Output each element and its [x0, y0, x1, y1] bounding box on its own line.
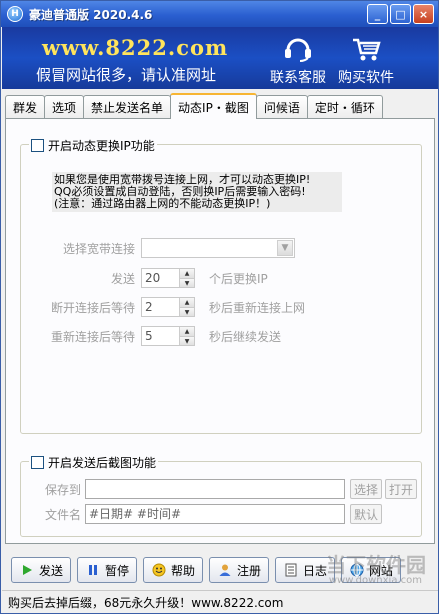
tab-panel: 开启动态更换IP功能 如果您是使用宽带拨号连接上网，才可以动态更换IP! QQ必…: [5, 118, 435, 544]
connection-label: 选择宽带连接: [62, 242, 135, 256]
spin-down-icon[interactable]: ▼: [180, 307, 194, 316]
default-button[interactable]: 默认: [350, 504, 382, 524]
app-logo-icon: H: [7, 6, 23, 22]
pause-icon: [85, 562, 101, 578]
banner-slogan: 假冒网站很多，请认准网址: [36, 66, 217, 84]
screenshot-label: 开启发送后截图功能: [48, 456, 157, 470]
send-button[interactable]: 发送: [11, 557, 71, 583]
minimize-button[interactable]: _: [367, 4, 388, 24]
wait-reconnect-stepper[interactable]: 5 ▲ ▼: [141, 326, 195, 346]
spin-up-icon[interactable]: ▲: [180, 298, 194, 307]
status-text: 购买后去掉后缀，68元永久升级！www.8222.com: [8, 595, 284, 610]
watermark-url: www.downxia.com: [328, 575, 422, 586]
document-icon: [283, 562, 299, 578]
app-window: H 豪迪普通版 2020.4.6 _ □ × www.8222.com 假冒网站…: [0, 0, 439, 614]
headset-icon: [263, 35, 333, 63]
filename-label: 文件名: [44, 508, 81, 522]
dynamic-ip-note: 如果您是使用宽带拨号连接上网，才可以动态更换IP! QQ必须设置成自动登陆，否则…: [52, 172, 342, 212]
filename-input[interactable]: #日期# #时间#: [85, 504, 345, 524]
support-link[interactable]: 联系客服: [263, 35, 333, 87]
user-icon: [217, 562, 233, 578]
banner-site-url[interactable]: www.8222.com: [42, 35, 228, 60]
pause-button[interactable]: 暂停: [77, 557, 137, 583]
tab-blocklist[interactable]: 禁止发送名单: [83, 95, 172, 119]
title-bar[interactable]: H 豪迪普通版 2020.4.6 _ □ ×: [1, 1, 438, 27]
maximize-button[interactable]: □: [390, 4, 411, 24]
spin-down-icon[interactable]: ▼: [180, 336, 194, 345]
wait-disconnect-suffix: 秒后重新连接上网: [209, 301, 306, 315]
open-button[interactable]: 打开: [385, 479, 417, 499]
close-button[interactable]: ×: [413, 4, 434, 24]
tab-schedule-loop[interactable]: 定时・循环: [306, 95, 383, 119]
spin-up-icon[interactable]: ▲: [180, 327, 194, 336]
shopping-cart-icon: [331, 35, 401, 63]
window-controls: _ □ ×: [367, 4, 434, 24]
browse-button[interactable]: 选择: [350, 479, 382, 499]
connection-select[interactable]: ▼: [141, 238, 295, 258]
screenshot-group: 开启发送后截图功能 保存到 选择 打开 文件名 #日期# #时间# 默认: [20, 454, 422, 537]
dynamic-ip-label: 开启动态更换IP功能: [48, 139, 155, 153]
save-to-input[interactable]: [85, 479, 345, 499]
screenshot-checkbox[interactable]: [31, 456, 44, 469]
tab-strip: 群发 选项 禁止发送名单 动态IP・截图 问候语 定时・循环: [5, 93, 383, 119]
support-label: 联系客服: [270, 70, 326, 86]
wait-reconnect-suffix: 秒后继续发送: [209, 330, 282, 344]
play-icon: [19, 562, 35, 578]
tab-options[interactable]: 选项: [44, 95, 85, 119]
dynamic-ip-group: 开启动态更换IP功能 如果您是使用宽带拨号连接上网，才可以动态更换IP! QQ必…: [20, 137, 422, 434]
smiley-icon: [151, 562, 167, 578]
save-to-label: 保存到: [44, 483, 81, 497]
tab-mass-send[interactable]: 群发: [5, 95, 46, 119]
register-button[interactable]: 注册: [209, 557, 269, 583]
tab-greetings[interactable]: 问候语: [255, 95, 308, 119]
send-count-label: 发送: [110, 272, 135, 286]
banner: www.8222.com 假冒网站很多，请认准网址 联系客服 购买软件: [2, 27, 438, 89]
send-count-stepper[interactable]: 20 ▲ ▼: [141, 268, 195, 288]
chevron-down-icon[interactable]: ▼: [277, 240, 293, 256]
wait-reconnect-label: 重新连接后等待: [50, 330, 135, 344]
spin-down-icon[interactable]: ▼: [180, 278, 194, 287]
help-button[interactable]: 帮助: [143, 557, 203, 583]
window-title: 豪迪普通版 2020.4.6: [29, 7, 153, 22]
wait-disconnect-label: 断开连接后等待: [50, 301, 135, 315]
send-count-value: 20: [145, 271, 161, 285]
dynamic-ip-checkbox[interactable]: [31, 139, 44, 152]
screenshot-toggle[interactable]: 开启发送后截图功能: [29, 454, 159, 471]
wait-reconnect-value: 5: [145, 329, 153, 343]
send-count-suffix: 个后更换IP: [209, 272, 268, 286]
wait-disconnect-stepper[interactable]: 2 ▲ ▼: [141, 297, 195, 317]
tab-dynamic-ip-screenshot[interactable]: 动态IP・截图: [170, 93, 257, 119]
wait-disconnect-value: 2: [145, 300, 153, 314]
spin-up-icon[interactable]: ▲: [180, 269, 194, 278]
status-bar: 购买后去掉后缀，68元永久升级！www.8222.com: [2, 590, 438, 613]
watermark: 当下软件园: [326, 553, 426, 577]
buy-label: 购买软件: [338, 70, 394, 86]
dynamic-ip-toggle[interactable]: 开启动态更换IP功能: [29, 137, 157, 154]
buy-link[interactable]: 购买软件: [331, 35, 401, 87]
